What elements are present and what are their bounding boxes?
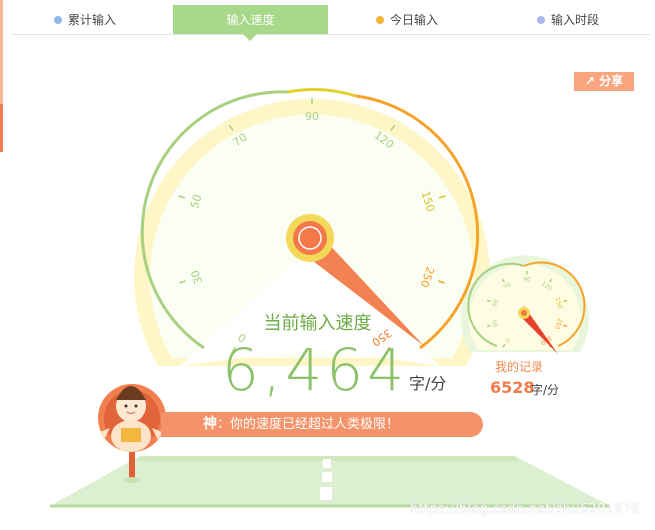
gauge-tick-label: 90 [305,110,319,123]
road-marking [322,472,332,482]
rank-banner: 神：你的速度已经超过人类极限！ [161,412,483,437]
record-label: 我的记录 [495,360,544,374]
record-gauge-tick-mark [486,299,491,303]
rank-separator: ： [217,417,231,432]
gauge-graphic: 030507090120150250350 030507090120150250… [50,88,610,508]
record-value: 6528 [490,378,535,397]
speed-title: 当前输入速度 [263,313,372,334]
rank-title: 神 [203,416,217,432]
speed-unit: 字/分 [409,374,447,393]
speed-value: 6,464 [222,336,409,404]
record-gauge-tick-label: 90 [523,277,531,284]
record-unit: 字/分 [531,383,560,397]
gauge-hub-inner [298,226,322,250]
record-gauge-tick-mark [563,299,568,303]
watermark: https://blog.csdn.net/zhu6201976 [410,502,640,517]
road-marking [323,459,331,468]
road-marking [320,487,332,500]
rank-message: 你的速度已经超过人类极限！ [230,417,400,432]
gauge-arc-yellow [287,88,357,98]
